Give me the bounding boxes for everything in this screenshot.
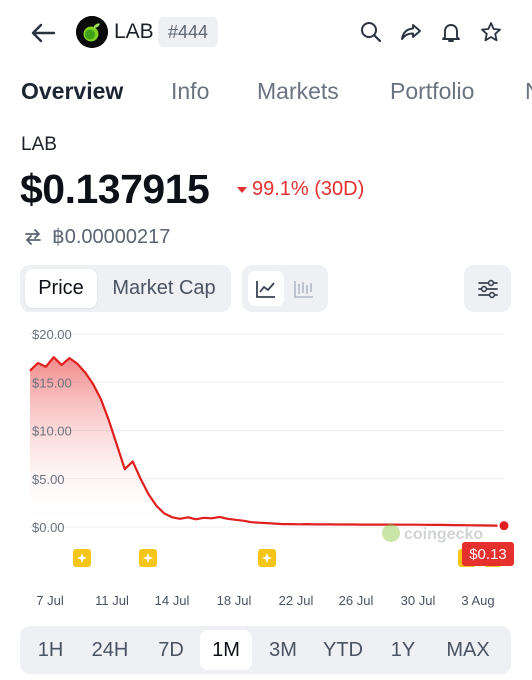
range-1y[interactable]: 1Y: [376, 630, 430, 670]
coin-logo: [76, 16, 108, 48]
tab-markets[interactable]: Markets: [257, 78, 339, 105]
caret-down-icon: [237, 186, 247, 193]
coin-symbol: LAB: [114, 20, 154, 43]
event-marker[interactable]: [258, 549, 276, 567]
price-toggle-button[interactable]: Price: [25, 269, 97, 308]
range-1h[interactable]: 1H: [24, 630, 77, 670]
y-tick-label: $0.00: [32, 520, 65, 535]
tab-portfolio[interactable]: Portfolio: [390, 78, 474, 105]
price-chart[interactable]: $20.00 $15.00 $10.00 $5.00 $0.00 coingecko $…: [0, 320, 532, 620]
chart-type-toggle: [242, 265, 328, 312]
current-price: $0.137915: [20, 166, 210, 212]
x-tick-label: 3 Aug: [461, 593, 494, 608]
chart-settings-button[interactable]: [464, 265, 511, 312]
swap-icon: [25, 228, 41, 245]
x-tick-label: 30 Jul: [401, 593, 436, 608]
tab-overview[interactable]: Overview: [21, 78, 123, 105]
x-tick-label: 14 Jul: [155, 593, 190, 608]
search-icon: [361, 22, 382, 43]
range-1m[interactable]: 1M: [200, 630, 252, 670]
range-24h[interactable]: 24H: [80, 630, 140, 670]
candle-chart-button[interactable]: [286, 271, 322, 306]
star-icon: [481, 22, 501, 42]
time-range-tabs: 1H 24H 7D 1M 3M YTD 1Y MAX: [20, 626, 511, 674]
share-icon: [401, 24, 421, 40]
last-price-label: $0.13: [469, 546, 507, 563]
market-cap-toggle-button[interactable]: Market Cap: [100, 269, 228, 308]
bell-icon: [442, 24, 460, 42]
last-price-dot: [497, 519, 511, 533]
candlestick-icon: [294, 280, 313, 298]
x-tick-label: 11 Jul: [95, 593, 129, 608]
x-tick-label: 7 Jul: [36, 593, 64, 608]
back-button[interactable]: [28, 18, 58, 48]
share-button[interactable]: [397, 18, 425, 46]
range-7d[interactable]: 7D: [144, 630, 198, 670]
price-change-value: 99.1% (30D): [252, 178, 365, 200]
alert-button[interactable]: [437, 18, 465, 46]
line-chart-icon: [256, 280, 275, 298]
event-marker[interactable]: [139, 549, 157, 567]
y-tick-label: $15.00: [32, 375, 72, 390]
line-chart-button[interactable]: [248, 271, 284, 306]
event-marker[interactable]: [73, 549, 91, 567]
search-button[interactable]: [357, 18, 385, 46]
back-arrow-icon: [31, 23, 56, 43]
y-tick-label: $20.00: [32, 327, 72, 342]
x-tick-label: 26 Jul: [339, 593, 374, 608]
btc-price-row: ฿0.00000217: [24, 224, 170, 249]
watermark-text: coingecko: [404, 526, 483, 543]
range-ytd[interactable]: YTD: [314, 630, 372, 670]
y-tick-label: $10.00: [32, 424, 72, 439]
sliders-icon: [477, 279, 498, 298]
y-tick-label: $5.00: [32, 472, 65, 487]
tab-news[interactable]: N: [525, 78, 532, 105]
coin-name: LAB: [21, 134, 57, 155]
last-price-tag: $0.13: [462, 542, 514, 566]
favorite-button[interactable]: [477, 18, 505, 46]
range-3m[interactable]: 3M: [256, 630, 310, 670]
tab-info[interactable]: Info: [171, 78, 209, 105]
top-bar: LAB #444: [0, 0, 532, 64]
chart-metric-toggle: Price Market Cap: [20, 265, 231, 312]
x-tick-label: 22 Jul: [279, 593, 314, 608]
range-max[interactable]: MAX: [434, 630, 502, 670]
rank-badge: #444: [158, 17, 219, 47]
price-change: 99.1% (30D): [236, 178, 364, 201]
coingecko-watermark: coingecko: [382, 524, 483, 543]
btc-price: ฿0.00000217: [52, 226, 171, 248]
x-tick-label: 18 Jul: [217, 593, 252, 608]
section-tabs: Overview Info Markets Portfolio N: [0, 70, 532, 114]
